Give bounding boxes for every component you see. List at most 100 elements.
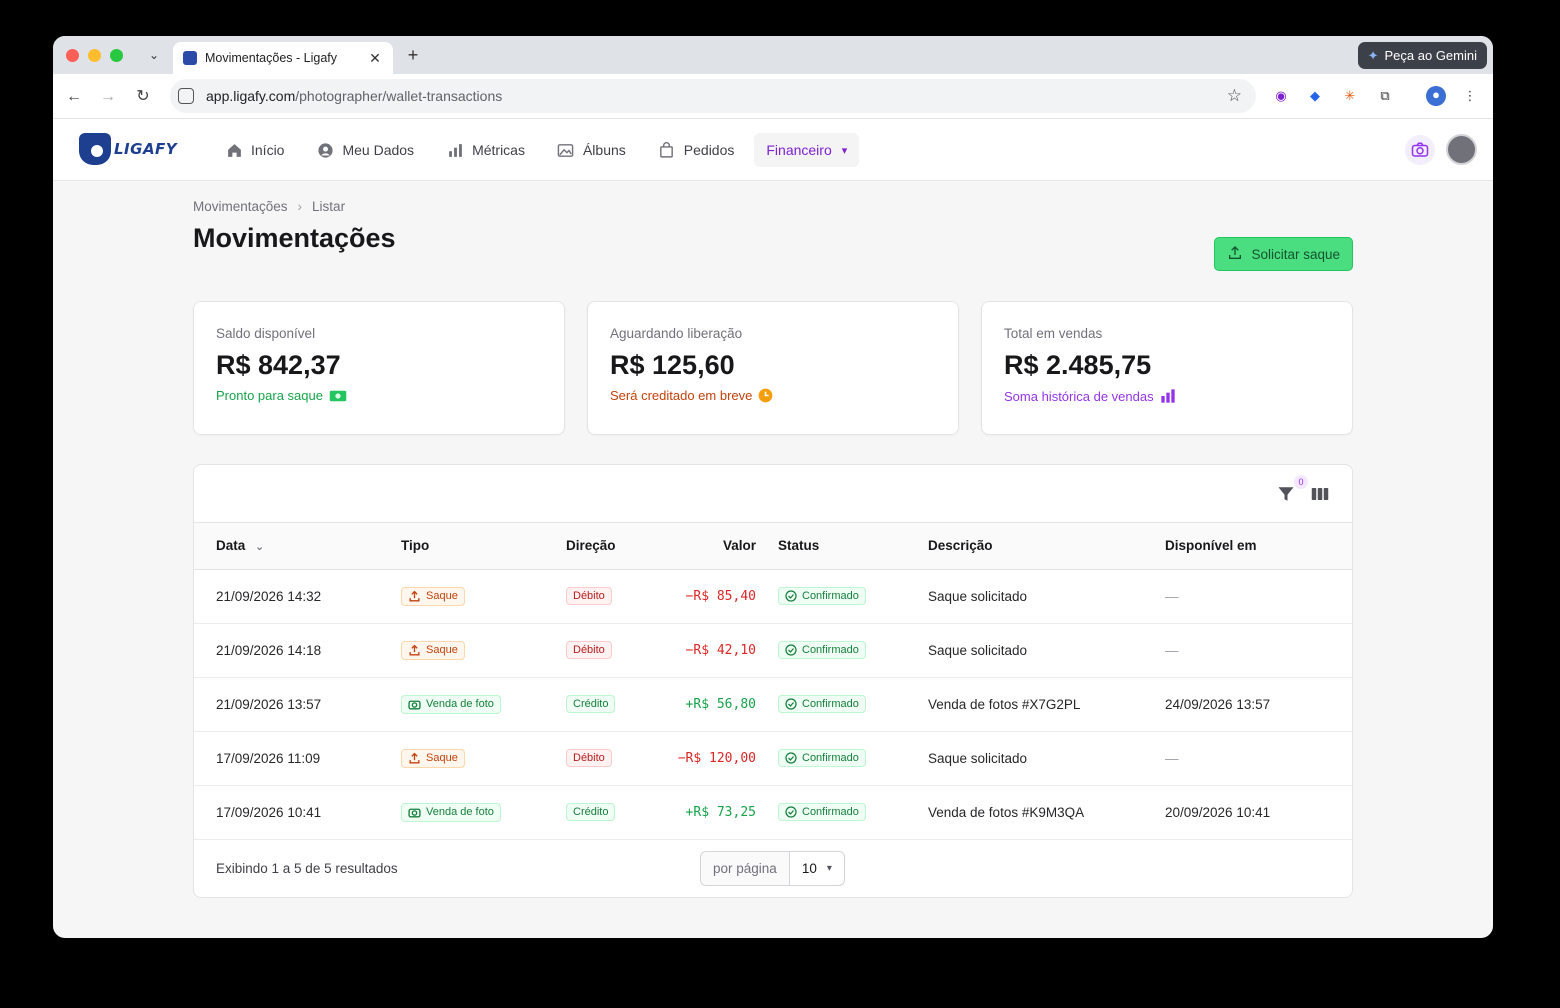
status-badge: Confirmado bbox=[778, 803, 866, 821]
cell-type: Saque bbox=[401, 623, 566, 678]
site-info-icon[interactable] bbox=[178, 88, 194, 104]
image-icon bbox=[557, 141, 575, 159]
direction-badge: Crédito bbox=[566, 803, 616, 821]
table-row[interactable]: 17/09/2026 10:41 Venda de foto Crédito +R$ … bbox=[194, 785, 1352, 840]
extensions-puzzle-icon[interactable]: ⧉ bbox=[1376, 87, 1394, 105]
type-badge: Saque bbox=[401, 586, 465, 606]
url-host: app.ligafy.com bbox=[206, 88, 296, 104]
status-badge: Confirmado bbox=[778, 641, 866, 659]
profile-icon[interactable]: ● bbox=[1426, 86, 1446, 106]
breadcrumb-item[interactable]: Movimentações bbox=[193, 199, 288, 214]
extension-broadcast-icon[interactable]: ◉ bbox=[1272, 87, 1290, 105]
cell-available: 24/09/2026 13:57 bbox=[1165, 677, 1352, 732]
cell-type: Saque bbox=[401, 731, 566, 786]
nav-item-albuns[interactable]: Álbuns bbox=[545, 133, 638, 167]
nav-label: Métricas bbox=[472, 142, 525, 158]
maximize-window-button[interactable] bbox=[110, 49, 123, 62]
gemini-label: Peça ao Gemini bbox=[1384, 48, 1478, 63]
per-page-select[interactable]: por página 10 ▾ bbox=[700, 851, 845, 886]
cell-direction: Débito bbox=[566, 569, 658, 624]
extension-burst-icon[interactable]: ✳ bbox=[1341, 87, 1359, 105]
card-note: Pronto para saque bbox=[216, 388, 542, 403]
column-header-data[interactable]: Data ⌄ bbox=[194, 523, 401, 570]
url-path: /photographer/wallet-transactions bbox=[295, 88, 503, 104]
request-withdrawal-button[interactable]: Solicitar saque bbox=[1214, 237, 1353, 271]
cell-description: Saque solicitado bbox=[928, 731, 1165, 786]
camera-icon bbox=[1411, 142, 1429, 157]
per-page-label: por página bbox=[701, 852, 790, 885]
cell-description: Saque solicitado bbox=[928, 623, 1165, 678]
status-label: Confirmado bbox=[802, 590, 859, 602]
card-label: Total em vendas bbox=[1004, 326, 1103, 341]
bookmark-star-icon[interactable]: ☆ bbox=[1227, 86, 1242, 106]
new-tab-icon[interactable]: + bbox=[403, 45, 423, 66]
table-row[interactable]: 17/09/2026 11:09 Saque Débito −R$ 120,00 Con… bbox=[194, 731, 1352, 786]
camera-button[interactable] bbox=[1405, 135, 1435, 165]
status-label: Confirmado bbox=[802, 698, 859, 710]
upload-icon bbox=[1227, 245, 1243, 264]
filter-icon[interactable] bbox=[1277, 485, 1295, 508]
camera-icon bbox=[408, 698, 421, 711]
reload-icon[interactable]: ↻ bbox=[132, 86, 154, 108]
sort-chevron-icon[interactable]: ⌄ bbox=[255, 541, 264, 553]
column-label: Data bbox=[216, 538, 246, 554]
summary-cards: Saldo disponível R$ 842,37 Pronto para s… bbox=[193, 301, 1353, 435]
home-icon bbox=[225, 141, 243, 159]
table-row[interactable]: 21/09/2026 14:18 Saque Débito −R$ 42,10 Conf… bbox=[194, 623, 1352, 678]
cell-status: Confirmado bbox=[778, 785, 928, 840]
back-icon[interactable]: ← bbox=[63, 86, 85, 108]
ligafy-logo[interactable]: LIGAFY bbox=[79, 133, 177, 165]
tab-search-icon[interactable]: ⌄ bbox=[145, 46, 163, 64]
type-badge: Saque bbox=[401, 748, 465, 768]
card-aguardando: Aguardando liberação R$ 125,60 Será cred… bbox=[587, 301, 959, 435]
menu-dots-icon[interactable]: ⋮ bbox=[1461, 87, 1479, 105]
cell-direction: Crédito bbox=[566, 677, 658, 732]
card-note: Será creditado em breve bbox=[610, 388, 936, 403]
forward-icon[interactable]: → bbox=[97, 86, 119, 108]
clock-icon bbox=[758, 388, 773, 403]
url-text[interactable]: app.ligafy.com/photographer/wallet-trans… bbox=[206, 88, 502, 104]
column-header-status: Status bbox=[778, 523, 928, 570]
main-content: Movimentações › Listar Movimentações Sol… bbox=[193, 199, 1353, 898]
columns-icon[interactable] bbox=[1311, 486, 1329, 507]
cell-value: +R$ 73,25 bbox=[658, 785, 778, 840]
transactions-table: Data ⌄ Tipo Direção Valor Status Descriç… bbox=[194, 523, 1352, 840]
check-circle-icon bbox=[785, 752, 797, 764]
nav-item-metricas[interactable]: Métricas bbox=[434, 133, 537, 167]
column-header-valor: Valor bbox=[658, 523, 778, 570]
close-tab-icon[interactable]: ✕ bbox=[367, 50, 383, 67]
nav-item-inicio[interactable]: Início bbox=[213, 133, 296, 167]
card-note-text: Será creditado em breve bbox=[610, 388, 753, 403]
type-label: Saque bbox=[426, 590, 458, 602]
cell-description: Saque solicitado bbox=[928, 569, 1165, 624]
cell-date: 21/09/2026 14:18 bbox=[194, 623, 401, 678]
user-circle-icon bbox=[316, 141, 334, 159]
address-bar[interactable]: app.ligafy.com/photographer/wallet-trans… bbox=[170, 79, 1256, 113]
per-page-value[interactable]: 10 ▾ bbox=[790, 852, 844, 885]
cell-date: 17/09/2026 11:09 bbox=[194, 731, 401, 786]
transactions-table-card: 0 Data ⌄ Tipo Direção Valor Status Descr… bbox=[193, 464, 1353, 898]
nav-item-financeiro[interactable]: Financeiro ▾ bbox=[754, 133, 860, 167]
column-header-tipo: Tipo bbox=[401, 523, 566, 570]
close-window-button[interactable] bbox=[66, 49, 79, 62]
logo-text: LIGAFY bbox=[114, 140, 178, 158]
table-row[interactable]: 21/09/2026 14:32 Saque Débito −R$ 85,40 Conf… bbox=[194, 569, 1352, 624]
type-label: Venda de foto bbox=[426, 806, 494, 818]
table-body: 21/09/2026 14:32 Saque Débito −R$ 85,40 Conf… bbox=[194, 569, 1352, 840]
nav-item-pedidos[interactable]: Pedidos bbox=[646, 133, 747, 167]
card-saldo: Saldo disponível R$ 842,37 Pronto para s… bbox=[193, 301, 565, 435]
minimize-window-button[interactable] bbox=[88, 49, 101, 62]
direction-badge: Débito bbox=[566, 587, 612, 605]
nav-item-meu-dados[interactable]: Meu Dados bbox=[304, 133, 426, 167]
check-circle-icon bbox=[785, 644, 797, 656]
browser-tab[interactable]: Movimentações - Ligafy ✕ bbox=[173, 42, 393, 74]
gemini-button[interactable]: ✦ Peça ao Gemini bbox=[1357, 42, 1487, 69]
extension-tag-icon[interactable]: ◆ bbox=[1306, 87, 1324, 105]
cell-date: 21/09/2026 14:32 bbox=[194, 569, 401, 624]
avatar[interactable] bbox=[1446, 134, 1477, 165]
type-badge: Venda de foto bbox=[401, 802, 501, 822]
table-row[interactable]: 21/09/2026 13:57 Venda de foto Crédito +R$ … bbox=[194, 677, 1352, 732]
favicon-icon bbox=[183, 51, 197, 65]
type-label: Saque bbox=[426, 644, 458, 656]
type-label: Venda de foto bbox=[426, 698, 494, 710]
